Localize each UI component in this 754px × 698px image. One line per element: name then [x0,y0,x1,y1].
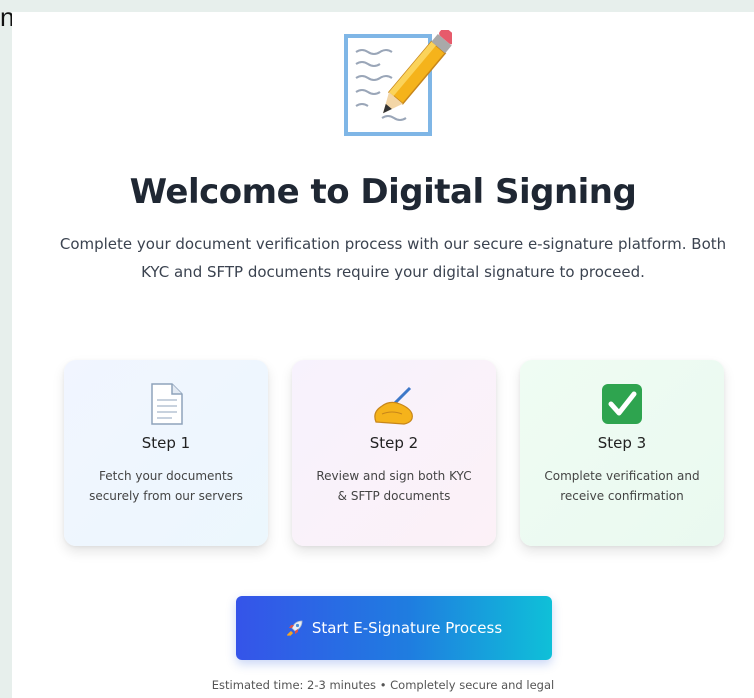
welcome-card: Welcome to Digital Signing Complete your… [12,12,754,698]
memo-pencil-icon [344,30,452,136]
start-button-label: Start E-Signature Process [311,619,503,637]
step-card-2: Step 2 Review and sign both KYC & SFTP d… [292,360,496,546]
rocket-icon [287,620,303,636]
start-e-signature-button[interactable]: Start E-Signature Process [236,596,552,660]
step-title: Step 3 [597,434,647,452]
step-description: Fetch your documents securely from our s… [89,469,243,503]
step-title: Step 1 [141,434,191,452]
page-title: Welcome to Digital Signing [129,172,637,212]
step-description: Review and sign both KYC & SFTP document… [316,469,472,503]
step-card-3: Step 3 Complete verification and receive… [520,360,724,546]
page-subtitle: Complete your document verification proc… [59,235,727,281]
writing-hand-icon [374,386,413,425]
estimated-time-note: Estimated time: 2-3 minutes • Completely… [211,678,555,692]
step-card-1: Step 1 Fetch your documents securely fro… [64,360,268,546]
check-mark-icon [602,384,642,424]
step-title: Step 2 [369,434,419,452]
step-description: Complete verification and receive confir… [544,469,700,503]
document-icon [151,383,183,425]
